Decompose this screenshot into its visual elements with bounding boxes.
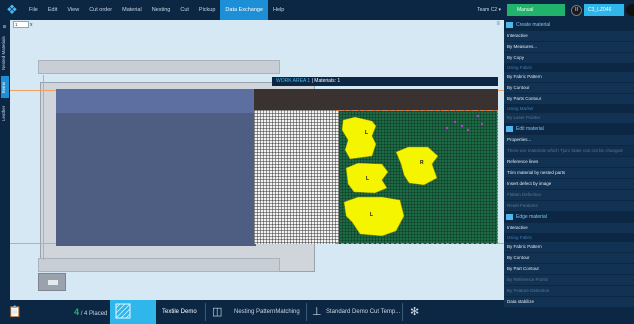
- pickup-icon[interactable]: ✻: [410, 300, 419, 324]
- menu-data-exchange[interactable]: Data Exchange: [220, 0, 269, 20]
- by-laser-pointer-button[interactable]: By Laser Pointer: [504, 113, 634, 123]
- user-badge[interactable]: C3_LZ046: [584, 4, 624, 16]
- material-pattern-icon: [115, 303, 131, 319]
- piece-label: L: [370, 212, 374, 218]
- data-stabilize-button[interactable]: Data stabilize: [504, 297, 634, 307]
- tab-items[interactable]: Items: [1, 76, 9, 98]
- team-selector[interactable]: Team C2 ▾: [477, 7, 501, 13]
- material-panel: Create material Interactive By Measures.…: [504, 20, 634, 324]
- defect-mark-4: [445, 126, 449, 130]
- cut-tool-icon[interactable]: ⊥: [312, 300, 322, 324]
- piece-label: R: [420, 160, 424, 166]
- create-by-copy-button[interactable]: By Copy: [504, 53, 634, 63]
- edge-material-title: Edge material: [516, 214, 547, 220]
- using-fabric-label: Using Fabric: [507, 65, 533, 70]
- edge-material-icon: [506, 214, 513, 220]
- mode-indicator[interactable]: Manual: [507, 4, 565, 16]
- defect-mark-3: [466, 128, 470, 132]
- menu-help[interactable]: Help: [268, 0, 289, 20]
- nested-piece-2[interactable]: [395, 146, 439, 186]
- menu-material[interactable]: Material: [117, 0, 147, 20]
- menu-file[interactable]: File: [24, 0, 43, 20]
- defect-mark-2: [460, 124, 464, 128]
- insert-defect-button[interactable]: Insert defect by image: [504, 179, 634, 189]
- menu-nesting[interactable]: Nesting: [147, 0, 176, 20]
- divider: [306, 303, 307, 321]
- placed-counter: 4 / 4 Placed: [74, 300, 107, 324]
- nested-pieces-layer: [341, 114, 484, 237]
- create-interactive-button[interactable]: Interactive: [504, 31, 634, 41]
- tab-leather[interactable]: Leather: [1, 100, 9, 126]
- edge-interactive-button[interactable]: Interactive: [504, 223, 634, 233]
- edge-by-fabric-pattern-button[interactable]: By Fabric Pattern: [504, 242, 634, 252]
- edit-material-icon: [506, 126, 513, 132]
- create-material-title: Create material: [516, 22, 551, 28]
- thumbnail-viewport: [48, 280, 58, 285]
- placed-total: / 4 Placed: [80, 311, 108, 317]
- material-selector[interactable]: [110, 300, 156, 324]
- edge-using-fabric-label: Using Fabric: [507, 235, 533, 240]
- by-fabric-pattern-button[interactable]: By Fabric Pattern: [504, 72, 634, 82]
- work-area-materials: Materials: 1: [314, 78, 341, 84]
- divider: [402, 303, 403, 321]
- create-by-measures-button[interactable]: By Measures...: [504, 42, 634, 52]
- reference-lines-button[interactable]: Reference lines: [504, 157, 634, 167]
- divider: [205, 303, 206, 321]
- pause-button[interactable]: II: [571, 4, 582, 16]
- edge-by-part-contour-button[interactable]: By Part Contour: [504, 264, 634, 274]
- create-material-header[interactable]: Create material: [504, 20, 634, 30]
- edit-material-title: Edit material: [516, 126, 544, 132]
- nested-piece-1[interactable]: [341, 116, 377, 160]
- menu-view[interactable]: View: [62, 0, 84, 20]
- nesting-profile[interactable]: Nesting PatternMatching: [234, 300, 300, 324]
- edit-material-note: There are materials which Tjum State can…: [504, 146, 634, 156]
- left-tab-strip: ⚙ Nested Materials Items Leather: [0, 20, 10, 300]
- avatar[interactable]: [626, 4, 634, 16]
- piece-label: L: [366, 176, 370, 182]
- main-menu: File Edit View Cut order Material Nestin…: [24, 0, 289, 20]
- nesting-icon[interactable]: ◫: [212, 300, 222, 324]
- by-parts-contour-button[interactable]: By Parts Contour: [504, 94, 634, 104]
- top-menu-bar: ❖ File Edit View Cut order Material Nest…: [0, 0, 634, 20]
- trim-material-button[interactable]: Trim material by nested parts: [504, 168, 634, 178]
- edge-by-reference-points-button[interactable]: By Reference Points: [504, 275, 634, 285]
- nesting-canvas[interactable]: 1 x ≡ L R L L WORK AREA 1 | Materials: 1: [10, 20, 504, 300]
- nested-piece-4[interactable]: [343, 196, 405, 237]
- material-thumbnail[interactable]: [38, 273, 66, 291]
- placed-count: 4: [74, 307, 80, 317]
- defect-mark-1: [453, 120, 457, 124]
- reset-features-button[interactable]: Reset Features: [504, 201, 634, 211]
- by-contour-button[interactable]: By Contour: [504, 83, 634, 93]
- menu-cut[interactable]: Cut: [175, 0, 194, 20]
- tab-nested-materials[interactable]: Nested Materials: [1, 32, 9, 74]
- menu-pickup[interactable]: Pickup: [194, 0, 221, 20]
- cut-template[interactable]: Standard Demo Cut Temp...: [326, 300, 400, 324]
- settings-icon[interactable]: ⚙: [1, 22, 9, 30]
- edge-material-header[interactable]: Edge material: [504, 212, 634, 222]
- edit-material-header[interactable]: Edit material: [504, 124, 634, 134]
- menu-edit[interactable]: Edit: [43, 0, 62, 20]
- edge-by-feature-detection-button[interactable]: By Feature Detection: [504, 286, 634, 296]
- clipboard-icon[interactable]: 📋: [8, 300, 22, 324]
- work-area-header: WORK AREA 1 | Materials: 1: [272, 77, 498, 86]
- flatten-defection-button[interactable]: Flatten Defection: [504, 190, 634, 200]
- material-name[interactable]: Textile Demo: [162, 300, 197, 324]
- work-area-title: WORK AREA 1: [276, 78, 311, 84]
- properties-button[interactable]: Properties...: [504, 135, 634, 145]
- defect-mark-5: [476, 114, 480, 118]
- piece-label: L: [365, 130, 369, 136]
- top-right-controls: Team C2 ▾ Manual II C3_LZ046: [477, 0, 634, 20]
- app-window: ❖ File Edit View Cut order Material Nest…: [0, 0, 634, 324]
- edge-by-contour-button[interactable]: By Contour: [504, 253, 634, 263]
- using-marker-label: Using Marker: [507, 106, 534, 111]
- app-logo-icon[interactable]: ❖: [0, 0, 24, 20]
- defect-mark-6: [480, 122, 484, 126]
- create-material-icon: [506, 22, 513, 28]
- menu-cut-order[interactable]: Cut order: [84, 0, 117, 20]
